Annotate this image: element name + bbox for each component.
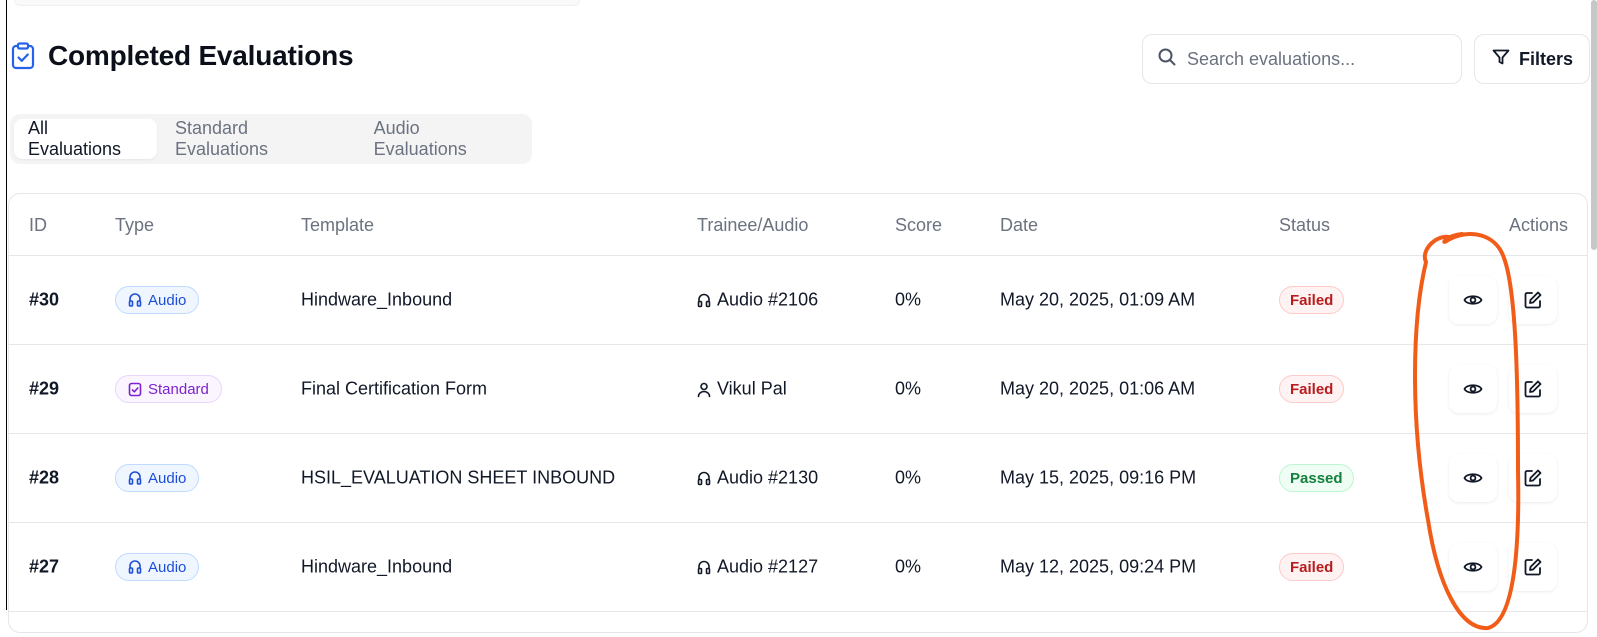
clipboard-check-icon [10, 41, 36, 71]
edit-icon [1523, 379, 1543, 399]
status-cell: Failed [1279, 286, 1345, 314]
template-name: Final Certification Form [301, 378, 488, 399]
top-panel-edge [14, 0, 580, 6]
column-header-actions: Actions [1509, 215, 1569, 235]
status-cell: Failed [1279, 553, 1345, 581]
edit-icon [1523, 468, 1543, 488]
eye-icon [1463, 557, 1483, 577]
type-badge-cell: Audio [115, 286, 200, 314]
eye-icon [1463, 379, 1483, 399]
headphones-icon [697, 292, 711, 308]
edit-button[interactable] [1509, 454, 1557, 502]
page-header: Completed Evaluations [10, 40, 354, 72]
evaluations-table: ID Type Template Trainee/Audio Score Dat… [8, 193, 1588, 633]
filters-button[interactable]: Filters [1474, 34, 1590, 84]
type-badge: Audio [115, 464, 200, 492]
score-value: 0% [895, 467, 922, 488]
headphones-icon [697, 470, 711, 486]
search-icon [1157, 47, 1177, 72]
evaluation-tabs: All Evaluations Standard Evaluations Aud… [10, 114, 532, 164]
table-row: #27 Audio Hindware_Inbound Audio #2127 0% May… [9, 523, 1587, 612]
score-value: 0% [895, 556, 922, 577]
headphones-icon [128, 470, 142, 486]
column-header-status: Status [1279, 215, 1331, 235]
trainee-label: Audio #2106 [717, 289, 819, 310]
edit-icon [1523, 557, 1543, 577]
status-badge: Failed [1279, 553, 1345, 581]
type-badge-cell: Audio [115, 553, 200, 581]
edit-button[interactable] [1509, 276, 1557, 324]
trainee-cell: Audio #2130 [697, 468, 818, 489]
edit-button[interactable] [1509, 543, 1557, 591]
column-header-template: Template [301, 215, 375, 235]
template-name: HSIL_EVALUATION SHEET INBOUND [301, 467, 616, 488]
table-row: #30 Audio Hindware_Inbound Audio #2106 0% May… [9, 256, 1587, 345]
type-badge-cell: Audio [115, 464, 200, 492]
trainee-label: Vikul Pal [717, 378, 787, 399]
headphones-icon [697, 559, 711, 575]
view-button[interactable] [1449, 365, 1497, 413]
date-value: May 20, 2025, 01:06 AM [1000, 378, 1196, 399]
vertical-scrollbar[interactable] [1591, 0, 1597, 250]
template-name: Hindware_Inbound [301, 556, 453, 577]
view-button[interactable] [1449, 276, 1497, 324]
search-field[interactable] [1142, 34, 1462, 84]
type-label: Audio [148, 469, 187, 487]
row-id: #30 [29, 289, 60, 310]
status-cell: Passed [1279, 464, 1354, 492]
row-id: #28 [29, 467, 60, 488]
status-badge: Failed [1279, 375, 1345, 403]
column-header-score: Score [895, 215, 943, 235]
page-left-border [6, 0, 7, 610]
table-row: #28 Audio HSIL_EVALUATION SHEET INBOUND Aud… [9, 434, 1587, 523]
tab-audio-evaluations[interactable]: Audio Evaluations [360, 118, 528, 159]
table-row: #29 Standard Final Certification Form Vikul… [9, 345, 1587, 434]
edit-icon [1523, 290, 1543, 310]
filters-label: Filters [1518, 48, 1574, 69]
type-badge: Standard [115, 375, 222, 403]
page-title: Completed Evaluations [48, 40, 354, 71]
eye-icon [1463, 468, 1483, 488]
type-badge-cell: Standard [115, 375, 222, 403]
trainee-label: Audio #2130 [717, 467, 819, 488]
row-id: #27 [29, 556, 60, 577]
type-badge: Audio [115, 286, 200, 314]
date-value: May 20, 2025, 01:09 AM [1000, 289, 1196, 310]
view-button[interactable] [1449, 543, 1497, 591]
headphones-icon [128, 559, 142, 575]
search-input[interactable] [1187, 48, 1447, 70]
trainee-cell: Vikul Pal [697, 379, 787, 400]
date-value: May 12, 2025, 09:24 PM [1000, 556, 1197, 577]
column-header-type: Type [115, 215, 155, 235]
trainee-cell: Audio #2127 [697, 557, 818, 578]
score-value: 0% [895, 378, 922, 399]
status-badge: Failed [1279, 286, 1345, 314]
date-value: May 15, 2025, 09:16 PM [1000, 467, 1197, 488]
eye-icon [1463, 290, 1483, 310]
type-label: Audio [148, 291, 187, 309]
table-header: ID Type Template Trainee/Audio Score Dat… [9, 194, 1587, 256]
tab-standard-evaluations[interactable]: Standard Evaluations [161, 118, 356, 159]
trainee-cell: Audio #2106 [697, 290, 818, 311]
view-button[interactable] [1449, 454, 1497, 502]
status-badge: Passed [1279, 464, 1354, 492]
trainee-label: Audio #2127 [717, 556, 819, 577]
status-cell: Failed [1279, 375, 1345, 403]
column-header-trainee-audio: Trainee/Audio [697, 215, 809, 235]
column-header-id: ID [29, 215, 47, 235]
type-label: Audio [148, 558, 187, 576]
score-value: 0% [895, 289, 922, 310]
type-label: Standard [148, 380, 209, 398]
clipboard-check-icon [128, 381, 142, 397]
template-name: Hindware_Inbound [301, 289, 453, 310]
edit-button[interactable] [1509, 365, 1557, 413]
row-id: #29 [29, 378, 60, 399]
column-header-date: Date [1000, 215, 1039, 235]
headphones-icon [128, 292, 142, 308]
user-icon [697, 381, 711, 397]
tab-all-evaluations[interactable]: All Evaluations [14, 118, 157, 159]
type-badge: Audio [115, 553, 200, 581]
filter-icon [1491, 47, 1511, 72]
